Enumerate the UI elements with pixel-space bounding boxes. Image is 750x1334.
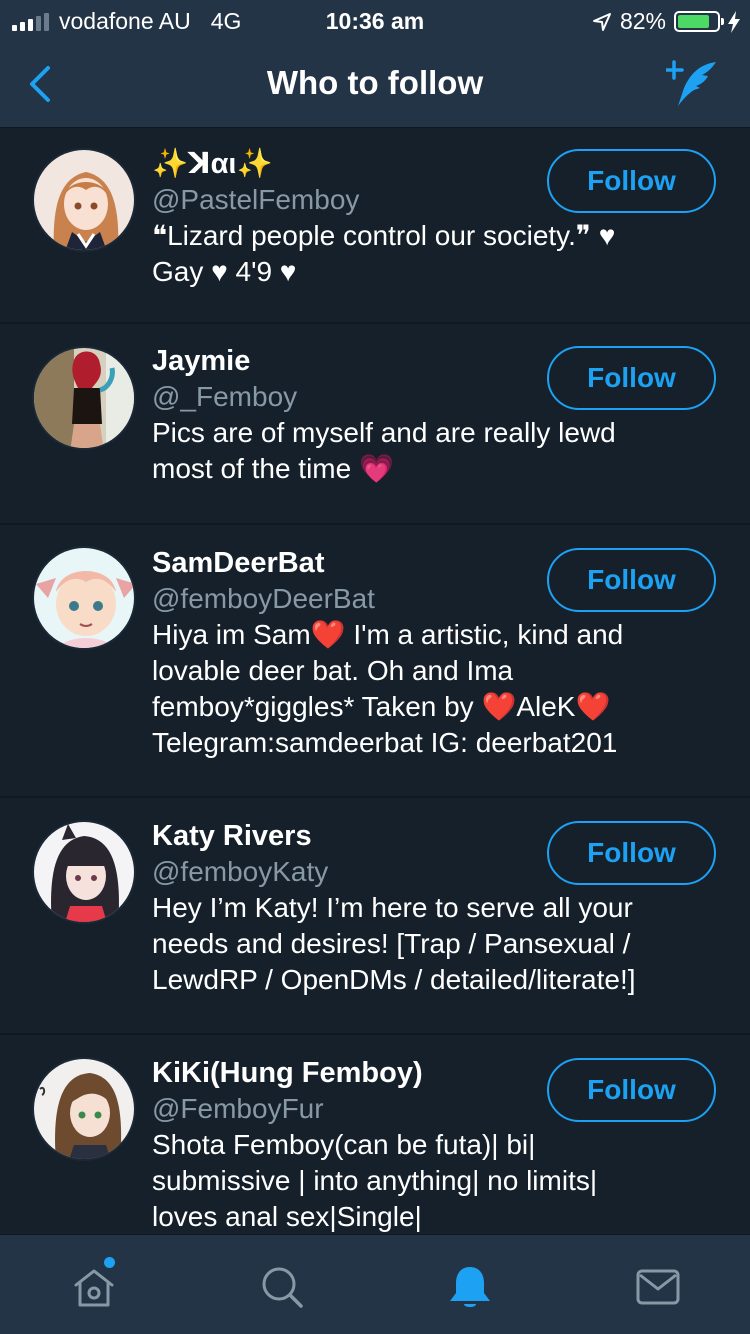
user-row[interactable]: KiKi(Hung Femboy) @FemboyFur Shota Fembo… (0, 1035, 750, 1234)
messages-envelope-icon[interactable] (634, 1263, 682, 1311)
avatar[interactable] (32, 1057, 136, 1161)
user-bio: ❝Lizard people control our society.❞ ♥ G… (152, 220, 616, 287)
user-row[interactable]: SamDeerBat @femboyDeerBat Hiya im Sam❤️ … (0, 525, 750, 798)
follow-button[interactable]: Follow (547, 821, 716, 885)
follow-button[interactable]: Follow (547, 346, 716, 410)
who-to-follow-list: ✨ꓘαι✨ @PastelFemboy ❝Lizard people contr… (0, 128, 750, 1234)
user-bio: Hey I’m Katy! I’m here to serve all your… (152, 892, 636, 995)
battery-percent: 82% (619, 8, 666, 34)
avatar[interactable] (32, 546, 136, 650)
notifications-bell-icon[interactable] (446, 1263, 494, 1311)
user-row[interactable]: Jaymie @_Femboy Pics are of myself and a… (0, 324, 750, 525)
user-bio: Pics are of myself and are really lewd m… (152, 417, 616, 484)
user-row[interactable]: ✨ꓘαι✨ @PastelFemboy ❝Lizard people contr… (0, 128, 750, 324)
avatar[interactable] (32, 820, 136, 924)
status-bar: vodafone AU 4G 10:36 am 82% (0, 0, 750, 40)
location-arrow-icon (592, 12, 611, 31)
navigation-bar: Who to follow (0, 40, 750, 128)
compose-tweet-icon[interactable] (666, 58, 722, 108)
home-icon[interactable] (70, 1263, 118, 1311)
follow-button[interactable]: Follow (547, 149, 716, 213)
follow-button[interactable]: Follow (547, 1058, 716, 1122)
tab-bar (0, 1234, 750, 1334)
search-icon[interactable] (258, 1263, 306, 1311)
follow-button[interactable]: Follow (547, 548, 716, 612)
page-title: Who to follow (266, 64, 484, 101)
avatar[interactable] (32, 148, 136, 252)
battery-fill (678, 15, 710, 28)
user-bio: Hiya im Sam❤️ I'm a artistic, kind and l… (152, 619, 624, 758)
charging-bolt-icon (728, 10, 740, 33)
user-bio: Shota Femboy(can be futa)| bi| submissiv… (152, 1129, 598, 1232)
home-notification-dot (104, 1257, 115, 1268)
user-row[interactable]: Katy Rivers @femboyKaty Hey I’m Katy! I’… (0, 798, 750, 1035)
avatar[interactable] (32, 346, 136, 450)
battery-icon (674, 11, 724, 32)
